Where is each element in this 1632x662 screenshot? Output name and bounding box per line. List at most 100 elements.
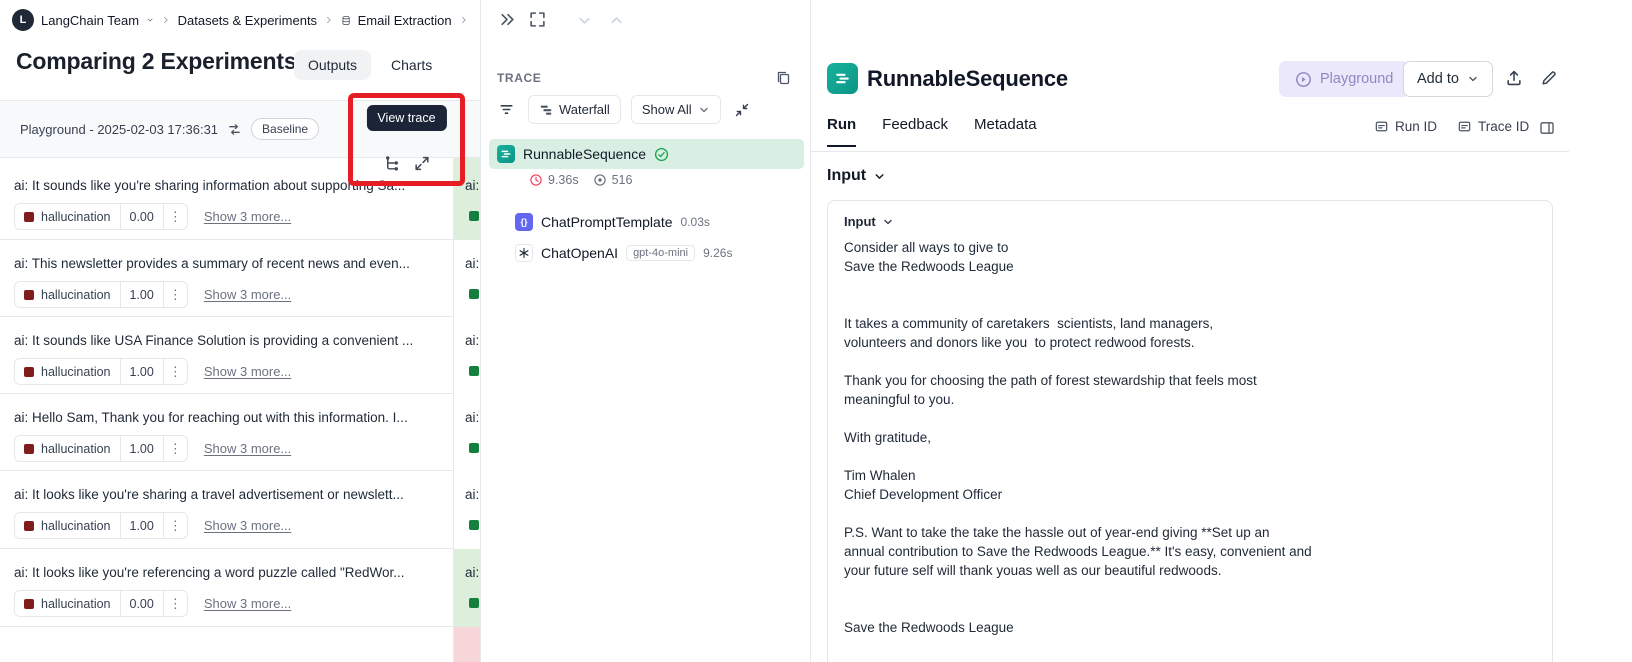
feedback-badge[interactable]: hallucination 1.00 ⋮ [14,358,188,385]
breadcrumb-team[interactable]: LangChain Team [41,13,139,28]
view-trace-tooltip: View trace [366,105,447,131]
trace-toolbar: Waterfall Show All [495,95,753,124]
trace-panel: TRACE Waterfall Show All RunnableSequenc… [480,0,811,662]
experiment2-cell[interactable]: ai: [453,549,480,627]
metric-label: hallucination [41,518,111,533]
view-trace-annotation: View trace [348,93,465,186]
show-more-link[interactable]: Show 3 more... [204,209,291,224]
collapse-drawer-icon[interactable] [499,11,516,28]
breadcrumb: L LangChain Team Datasets & Experiments … [0,0,480,40]
experiment2-cell[interactable]: ai: [453,240,480,317]
output-preview-text: ai: [465,565,480,580]
show-more-link[interactable]: Show 3 more... [204,596,291,611]
table-row-partial[interactable] [0,627,480,662]
output-preview-text: ai: It looks like you're sharing a trave… [14,487,404,502]
feedback-badge[interactable]: hallucination 1.00 ⋮ [14,281,188,308]
show-all-dropdown[interactable]: Show All [630,95,721,124]
run-detail-panel: RunnableSequence Playground Add to Run F… [811,0,1632,662]
feedback-badge[interactable]: hallucination 0.00 ⋮ [14,590,188,617]
metric-label: hallucination [41,596,111,611]
input-content-box: Input Consider all ways to give to Save … [827,200,1553,662]
input-section-heading[interactable]: Input [827,167,886,185]
chevron-down-icon[interactable] [577,13,592,28]
swap-baseline-icon[interactable] [227,122,242,137]
toggle-side-panel-button[interactable] [1539,120,1555,136]
trace-id-button[interactable]: Trace ID [1457,119,1529,134]
kebab-menu-icon[interactable]: ⋮ [162,436,187,461]
output-preview-text: ai: It sounds like USA Finance Solution … [14,333,414,348]
trace-id-label: Trace ID [1478,119,1530,134]
duration-value: 9.36s [548,173,579,187]
breadcrumb-dataset-name[interactable]: Email Extraction [358,13,452,28]
trace-node-chatopenai[interactable]: ChatOpenAI gpt-4o-mini 9.26s [515,238,732,268]
copy-icon[interactable] [775,69,791,85]
kebab-menu-icon[interactable]: ⋮ [162,204,187,229]
show-more-link[interactable]: Show 3 more... [204,287,291,302]
trace-node-chatprompttemplate[interactable]: {} ChatPromptTemplate 0.03s [515,207,710,237]
run-id-button[interactable]: Run ID [1374,119,1437,134]
duration-value: 0.03s [680,215,710,229]
table-row[interactable]: ai: This newsletter provides a summary o… [0,240,480,317]
edit-button[interactable] [1540,69,1558,87]
table-row[interactable]: ai: Hello Sam, Thank you for reaching ou… [0,394,480,471]
input-view-selector[interactable]: Input [844,214,1536,229]
trace-node-name: ChatOpenAI [541,245,619,261]
run-id-icon [1375,121,1388,132]
output-preview-text: ai: [465,487,480,502]
metric-score: 1.00 [119,436,163,461]
chain-icon [827,63,858,94]
playground-label: Playground [1320,71,1394,87]
tab-run[interactable]: Run [827,116,857,147]
table-row[interactable]: ai: It sounds like USA Finance Solution … [0,317,480,394]
table-row[interactable]: ai: It looks like you're sharing a trave… [0,471,480,549]
tab-charts[interactable]: Charts [377,50,446,80]
filter-button[interactable] [495,98,518,121]
playground-button[interactable]: Playground [1279,61,1410,97]
show-more-link[interactable]: Show 3 more... [204,364,291,379]
baseline-badge: Baseline [251,118,320,140]
kebab-menu-icon[interactable]: ⋮ [162,282,187,307]
tab-metadata[interactable]: Metadata [974,116,1037,147]
id-actions: Run ID Trace ID [1374,119,1529,134]
chevron-down-icon [875,173,884,179]
chevron-up-icon[interactable] [609,13,624,28]
prompt-template-icon: {} [515,213,533,231]
waterfall-button[interactable]: Waterfall [528,95,621,124]
feedback-badge[interactable]: hallucination 0.00 ⋮ [14,203,188,230]
output-preview-text: ai: Hello Sam, Thank you for reaching ou… [14,410,408,425]
hallucination-icon [24,211,34,222]
fullscreen-icon[interactable] [529,11,546,28]
kebab-menu-icon[interactable]: ⋮ [162,513,187,538]
show-more-link[interactable]: Show 3 more... [204,518,291,533]
tab-feedback[interactable]: Feedback [882,116,948,147]
show-more-link[interactable]: Show 3 more... [204,441,291,456]
metric-score: 1.00 [119,359,163,384]
experiment2-cell[interactable]: ai: [453,317,480,394]
kebab-menu-icon[interactable]: ⋮ [162,591,187,616]
chain-icon [497,145,515,163]
expand-row-icon[interactable] [413,155,430,172]
hallucination-icon [469,598,479,608]
experiment2-cell[interactable]: ai: [453,471,480,549]
add-to-button[interactable]: Add to [1403,61,1493,97]
pencil-icon [1542,71,1556,85]
breadcrumb-datasets[interactable]: Datasets & Experiments [178,13,317,28]
chevron-down-icon [884,219,892,224]
share-button[interactable] [1505,69,1523,87]
table-row[interactable]: ai: It looks like you're referencing a w… [0,549,480,627]
tokens-value: 516 [611,173,633,187]
experiment2-cell[interactable]: ai: [453,394,480,471]
experiment2-cell[interactable] [453,627,480,662]
show-all-label: Show All [641,102,692,117]
view-trace-icon[interactable] [383,155,400,172]
kebab-menu-icon[interactable]: ⋮ [162,359,187,384]
chevron-down-icon[interactable] [146,14,154,26]
trace-node-runnablesequence[interactable]: RunnableSequence [489,139,804,169]
feedback-badge[interactable]: hallucination 1.00 ⋮ [14,512,188,539]
tab-outputs[interactable]: Outputs [294,50,372,80]
feedback-badge[interactable]: hallucination 1.00 ⋮ [14,435,188,462]
collapse-all-button[interactable] [731,99,753,121]
langchain-logo[interactable]: L [12,9,34,31]
output-preview-text: ai: [465,178,480,193]
output-preview-text: ai: [465,333,480,348]
